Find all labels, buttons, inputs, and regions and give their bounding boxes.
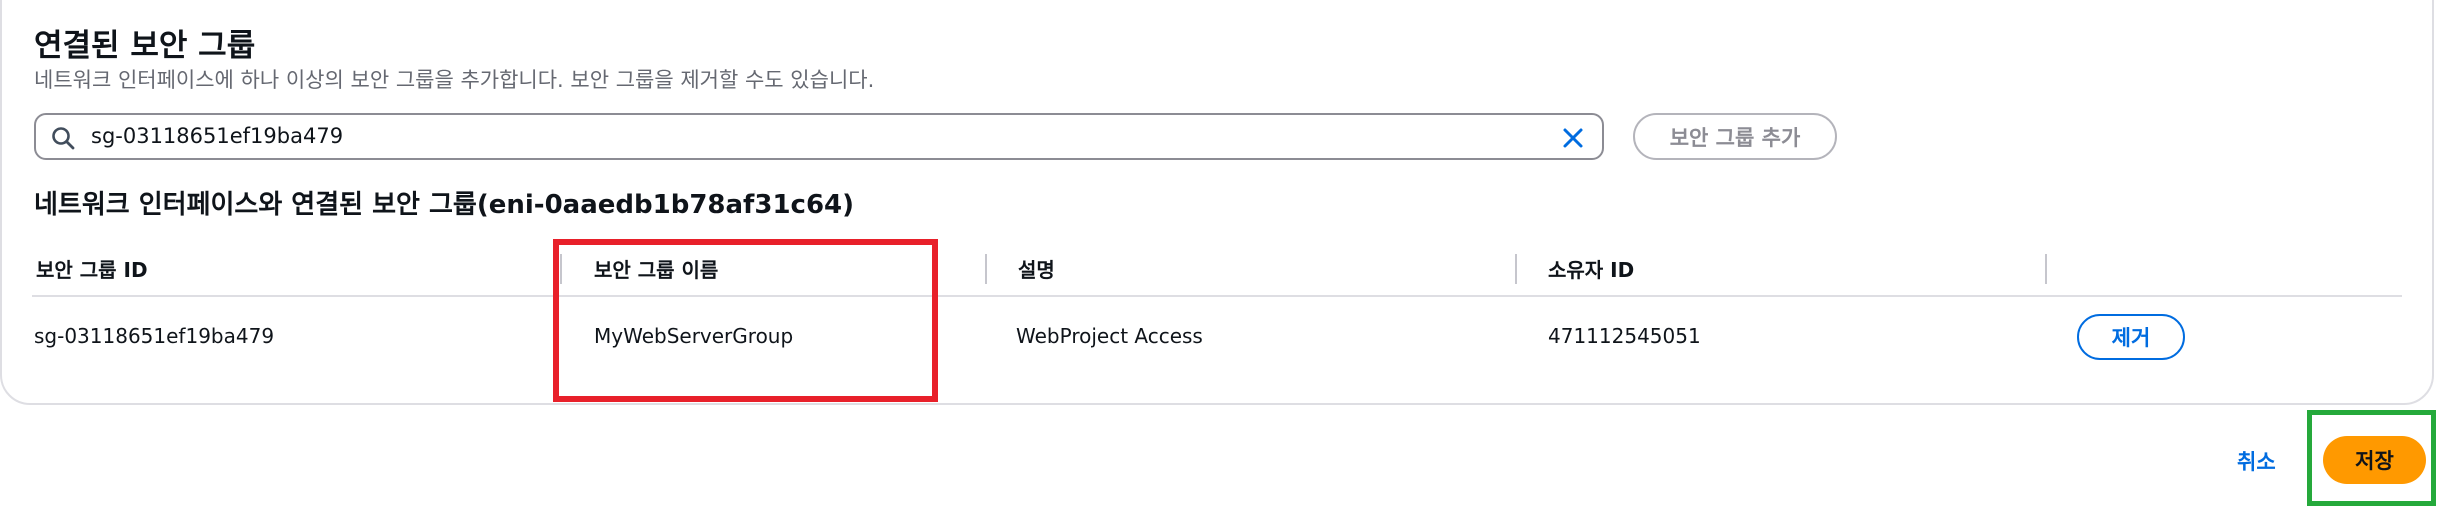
column-divider [2045, 254, 2047, 284]
cell-description: WebProject Access [1016, 324, 1203, 348]
highlight-box-green [2307, 410, 2436, 506]
security-groups-page: 연결된 보안 그룹 네트워크 인터페이스에 하나 이상의 보안 그룹을 추가합니… [0, 0, 2438, 520]
column-header-owner: 소유자 ID [1548, 258, 1635, 282]
highlight-box-red [553, 239, 938, 402]
table-title: 네트워크 인터페이스와 연결된 보안 그룹(eni-0aaedb1b78af31… [34, 190, 855, 220]
column-divider [985, 254, 987, 284]
add-security-group-button[interactable]: 보안 그룹 추가 [1633, 113, 1837, 160]
section-title: 연결된 보안 그룹 [34, 28, 256, 64]
column-header-description: 설명 [1018, 258, 1055, 282]
column-divider [1515, 254, 1517, 284]
cell-owner-id: 471112545051 [1548, 324, 1701, 348]
section-description: 네트워크 인터페이스에 하나 이상의 보안 그룹을 추가합니다. 보안 그룹을 … [34, 68, 875, 92]
cell-security-group-id: sg-03118651ef19ba479 [34, 324, 275, 348]
column-header-id: 보안 그룹 ID [36, 258, 148, 282]
search-icon [52, 127, 75, 150]
security-group-search[interactable]: sg-03118651ef19ba479 [34, 113, 1604, 160]
table-header-divider [32, 295, 2402, 297]
security-groups-panel: 연결된 보안 그룹 네트워크 인터페이스에 하나 이상의 보안 그룹을 추가합니… [0, 0, 2434, 405]
close-icon[interactable] [1560, 125, 1586, 151]
remove-button[interactable]: 제거 [2077, 314, 2185, 360]
search-input[interactable]: sg-03118651ef19ba479 [91, 124, 343, 148]
cancel-button[interactable]: 취소 [2237, 446, 2276, 476]
